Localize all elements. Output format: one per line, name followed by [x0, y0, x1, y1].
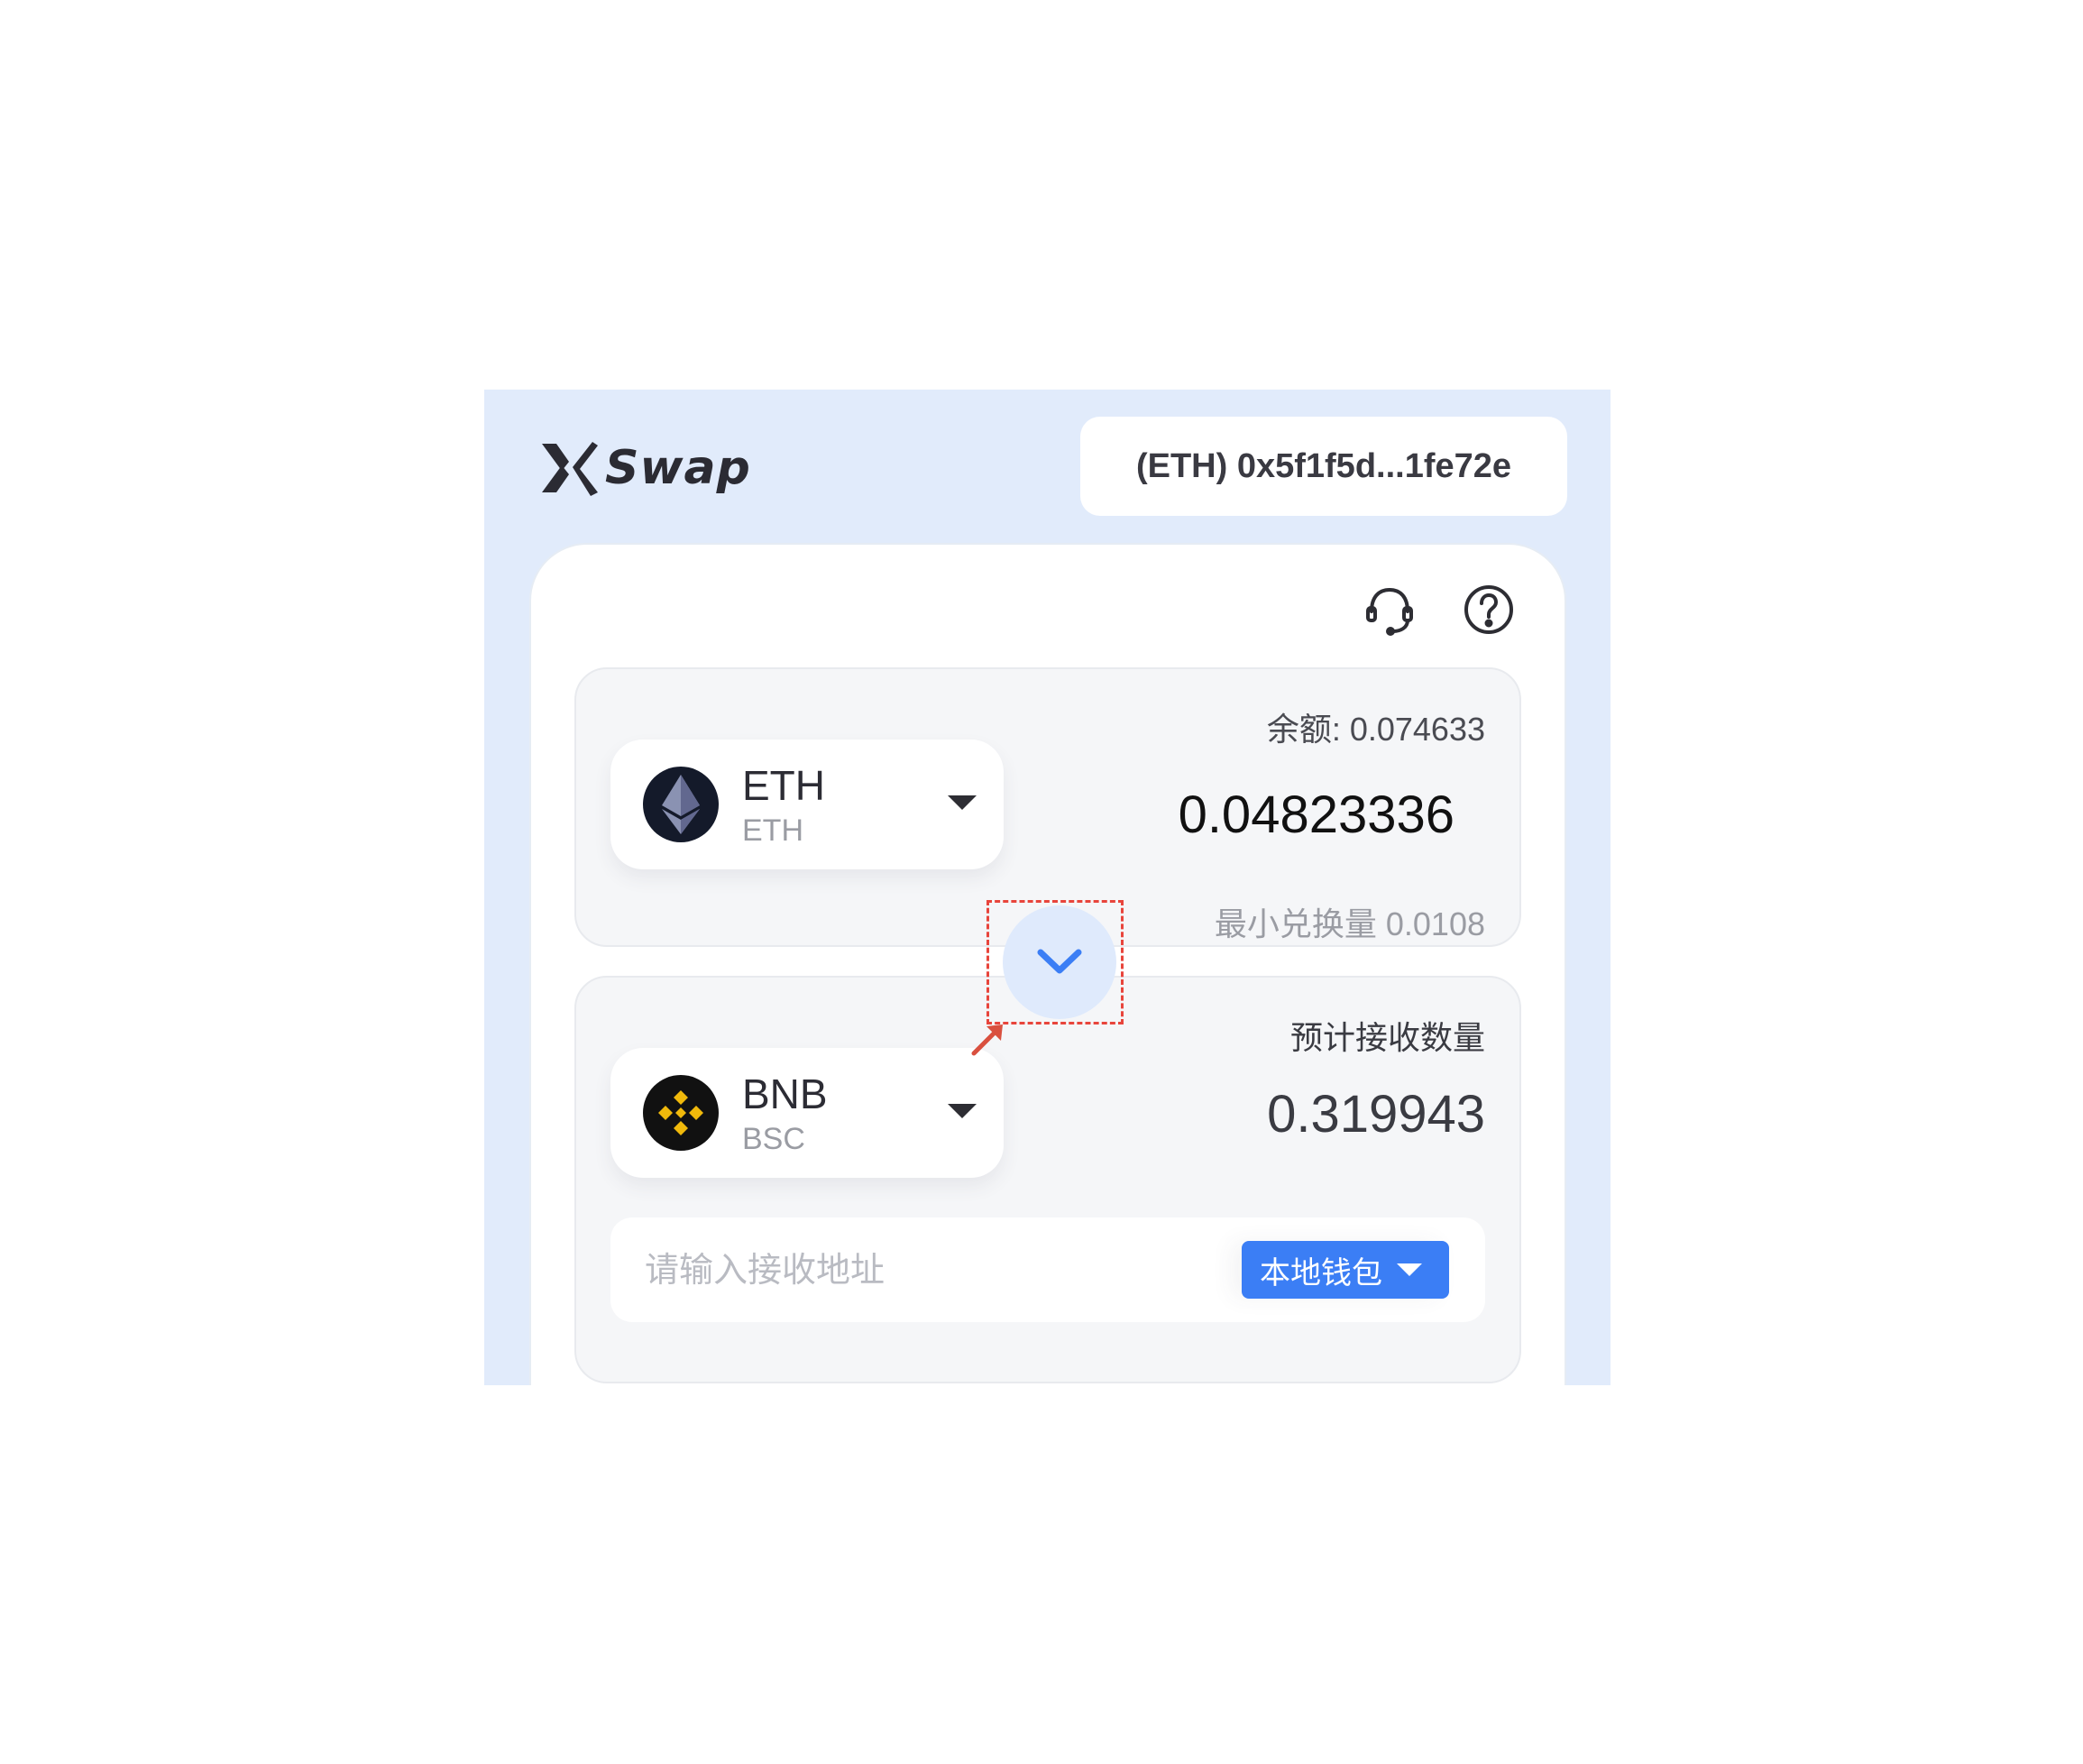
balance-text: 余额: 0.074633: [1266, 711, 1485, 748]
wallet-address-button[interactable]: (ETH) 0x5f1f5d...1fe72e: [1080, 417, 1567, 516]
receive-label: 预计接收数量: [1289, 1019, 1485, 1056]
to-token-chain: BSC: [742, 1122, 805, 1156]
min-amount-text: 最小兑换量 0.0108: [1214, 905, 1485, 942]
headset-icon[interactable]: [1361, 581, 1418, 639]
brand-name: Swap: [605, 441, 751, 495]
from-amount-input[interactable]: [1076, 783, 1454, 846]
caret-down-icon: [1397, 1263, 1422, 1276]
local-wallet-dropdown[interactable]: 本地钱包: [1242, 1241, 1449, 1299]
local-wallet-label: 本地钱包: [1260, 1254, 1382, 1291]
swap-app: Swap (ETH) 0x5f1f5d...1fe72e ETH ETH 余额:…: [484, 390, 1610, 1385]
to-panel: BNB BSC 预计接收数量 0.319943 本地钱包: [574, 976, 1521, 1383]
app-logo: Swap: [537, 436, 762, 500]
caret-down-icon: [948, 1104, 977, 1118]
receive-amount: 0.319943: [1267, 1085, 1485, 1144]
from-token-selector[interactable]: ETH ETH: [610, 740, 1004, 869]
from-token-symbol: ETH: [742, 762, 825, 809]
x-logo-icon: [542, 442, 598, 496]
swap-direction-button[interactable]: [1003, 905, 1116, 1019]
pointer-arrow-icon: [971, 1024, 1003, 1056]
from-panel: ETH ETH 余额: 0.074633 最小兑换量 0.0108: [574, 667, 1521, 947]
to-token-selector[interactable]: BNB BSC: [610, 1048, 1004, 1178]
chevron-down-icon: [1037, 949, 1082, 974]
binance-icon: [643, 1075, 719, 1151]
question-circle-icon[interactable]: [1460, 581, 1518, 639]
to-token-symbol: BNB: [742, 1070, 828, 1117]
address-field-wrap: 本地钱包: [610, 1217, 1485, 1322]
receive-address-input[interactable]: [610, 1217, 1206, 1322]
screenshot-canvas: Swap (ETH) 0x5f1f5d...1fe72e ETH ETH 余额:…: [0, 0, 2083, 1764]
ethereum-icon: [643, 767, 719, 842]
caret-down-icon: [948, 795, 977, 810]
from-token-chain: ETH: [742, 813, 803, 848]
